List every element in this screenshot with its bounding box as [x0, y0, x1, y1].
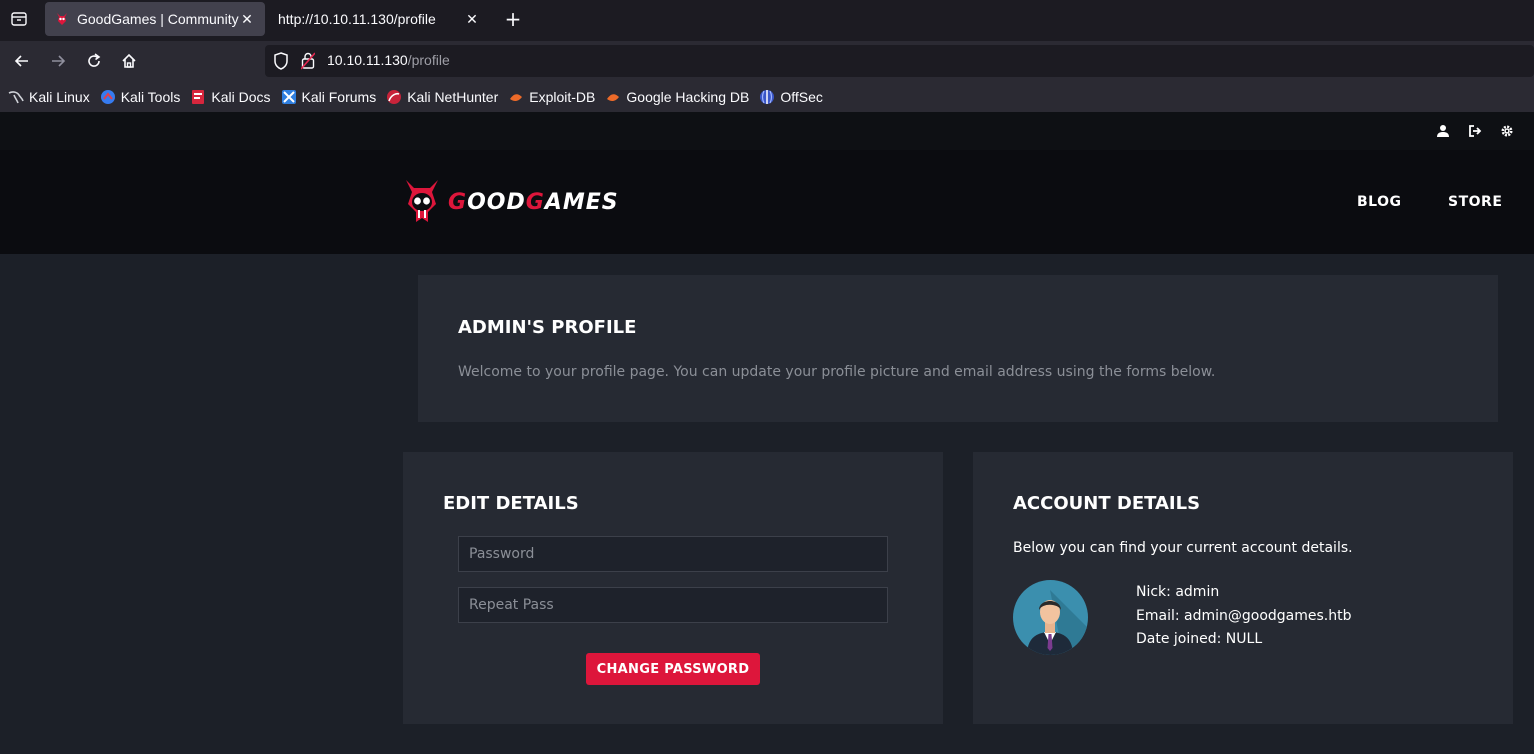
home-button[interactable]	[117, 49, 141, 73]
back-arrow-icon	[14, 55, 28, 67]
ghdb-icon	[607, 93, 620, 101]
insecure-lock-icon[interactable]	[301, 52, 315, 70]
site-header: GOODGAMES BLOG STORE	[0, 150, 1534, 254]
brand-letter-g: G	[448, 189, 468, 215]
bookmark-kali-nethunter[interactable]: Kali NetHunter	[386, 86, 498, 108]
bookmark-kali-forums[interactable]: Kali Forums	[281, 86, 377, 108]
url-path: /profile	[407, 52, 450, 68]
forward-button[interactable]	[46, 49, 70, 73]
bookmark-kali-docs[interactable]: Kali Docs	[190, 86, 271, 108]
profile-welcome-text: Welcome to your profile page. You can up…	[458, 364, 1216, 380]
account-details-card: ACCOUNT DETAILS Below you can find your …	[973, 452, 1513, 724]
brand-wordmark: GOODGAMES	[448, 190, 619, 215]
account-date-joined: Date joined: NULL	[1136, 631, 1263, 647]
back-button[interactable]	[10, 49, 34, 73]
browser-chrome: GoodGames | Community and Store ✕ http:/…	[0, 0, 1534, 112]
edit-details-title: EDIT DETAILS	[443, 493, 579, 514]
forward-arrow-icon	[52, 55, 66, 67]
close-tab-icon[interactable]: ✕	[464, 11, 480, 27]
bookmark-label: OffSec	[780, 88, 823, 105]
tracking-shield-icon[interactable]	[273, 52, 289, 70]
tab-profile[interactable]: http://10.10.11.130/profile ✕	[268, 2, 490, 36]
kali-tools-icon	[100, 89, 115, 104]
bookmark-label: Google Hacking DB	[626, 88, 750, 105]
avatar	[1013, 580, 1088, 655]
tab-goodgames[interactable]: GoodGames | Community and Store ✕	[45, 2, 265, 36]
tab-list-button[interactable]	[8, 8, 30, 30]
gear-icon[interactable]	[1500, 124, 1514, 138]
url-text: 10.10.11.130/profile	[327, 52, 450, 68]
bookmark-label: Exploit-DB	[529, 88, 596, 105]
tab-title: GoodGames | Community and Store	[77, 11, 239, 27]
account-nick: Nick: admin	[1136, 584, 1220, 600]
bookmark-kali-tools[interactable]: Kali Tools	[100, 86, 181, 108]
bookmark-offsec[interactable]: OffSec	[759, 86, 823, 108]
password-field[interactable]: Password	[458, 536, 888, 572]
kali-nethunter-icon	[387, 89, 402, 104]
businessman-avatar-icon	[1027, 590, 1088, 655]
bookmarks-toolbar: Kali Linux Kali Tools Kali Docs Kali For…	[0, 81, 1534, 112]
nav-store[interactable]: STORE	[1448, 194, 1502, 210]
tab-title: http://10.10.11.130/profile	[278, 11, 436, 27]
user-icon[interactable]	[1436, 124, 1450, 138]
reload-button[interactable]	[82, 49, 106, 73]
bookmark-label: Kali Docs	[211, 88, 271, 105]
goodgames-demon-logo-icon	[406, 180, 438, 222]
offsec-icon	[760, 89, 775, 104]
edit-details-card: EDIT DETAILS Password Repeat Pass CHANGE…	[403, 452, 943, 724]
navigation-toolbar: 10.10.11.130/profile	[0, 41, 1534, 81]
nav-blog[interactable]: BLOG	[1357, 194, 1402, 210]
exploit-db-icon	[510, 93, 523, 101]
logout-icon[interactable]	[1468, 124, 1482, 138]
change-password-button[interactable]: CHANGE PASSWORD	[586, 653, 760, 685]
site-logo[interactable]: GOODGAMES	[402, 178, 619, 226]
bookmark-kali-linux[interactable]: Kali Linux	[8, 86, 90, 108]
account-intro-text: Below you can find your current account …	[1013, 540, 1353, 556]
web-page: GOODGAMES BLOG STORE ADMIN'S PROFILE Wel…	[0, 112, 1534, 754]
reload-icon	[88, 53, 101, 67]
kali-dragon-icon	[8, 90, 24, 103]
account-details-title: ACCOUNT DETAILS	[1013, 493, 1201, 514]
bookmark-label: Kali Tools	[120, 88, 181, 105]
url-host: 10.10.11.130	[327, 52, 408, 68]
new-tab-button[interactable]: +	[502, 7, 524, 31]
account-email: Email: admin@goodgames.htb	[1136, 608, 1352, 624]
tab-list-icon	[11, 12, 27, 26]
bookmark-label: Kali NetHunter	[407, 88, 499, 105]
goodgames-favicon-icon	[57, 13, 67, 25]
brand-letters-ood: OOD	[467, 189, 526, 215]
brand-letters-ames: AMES	[544, 189, 619, 215]
home-icon	[122, 53, 136, 68]
password-placeholder: Password	[469, 546, 535, 562]
close-tab-icon[interactable]: ✕	[239, 11, 255, 27]
repeat-password-field[interactable]: Repeat Pass	[458, 587, 888, 623]
bookmark-ghdb[interactable]: Google Hacking DB	[605, 86, 749, 108]
brand-letter-g2: G	[525, 189, 545, 215]
profile-header-card: ADMIN'S PROFILE Welcome to your profile …	[418, 275, 1498, 422]
address-bar[interactable]: 10.10.11.130/profile	[265, 45, 1534, 77]
repeat-password-placeholder: Repeat Pass	[469, 597, 554, 613]
profile-title: ADMIN'S PROFILE	[458, 317, 637, 338]
tab-bar: GoodGames | Community and Store ✕ http:/…	[0, 0, 1534, 41]
bookmark-exploit-db[interactable]: Exploit-DB	[508, 86, 595, 108]
bookmark-label: Kali Forums	[301, 88, 377, 105]
bookmark-label: Kali Linux	[29, 88, 90, 105]
kali-forums-icon	[281, 89, 296, 104]
site-top-strip	[0, 112, 1534, 150]
kali-docs-icon	[192, 89, 205, 104]
